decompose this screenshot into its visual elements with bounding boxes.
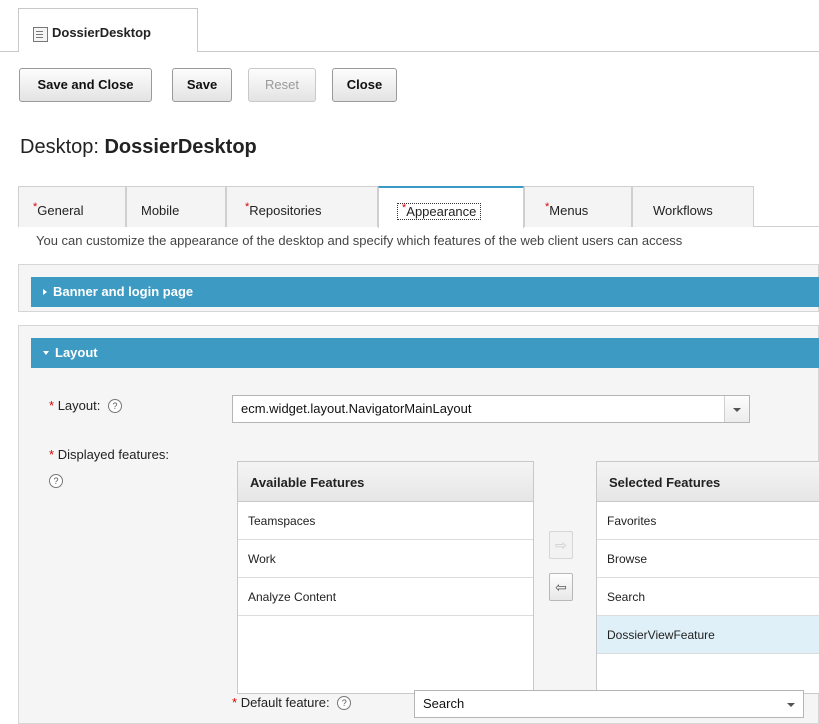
banner-section-title: Banner and login page — [53, 284, 194, 299]
expand-arrow-icon — [43, 289, 47, 295]
layout-section-title: Layout — [55, 345, 98, 360]
default-feature-label-text: Default feature: — [240, 695, 330, 710]
tab-label: Repositories — [249, 203, 322, 218]
layout-label-text: Layout: — [57, 398, 101, 413]
selected-features-list[interactable]: Selected Features Favorites Browse Searc… — [596, 461, 819, 694]
tab-menus[interactable]: *Menus — [524, 186, 632, 227]
page-title-desktop-name: DossierDesktop — [104, 136, 257, 158]
tab-appearance[interactable]: *Appearance — [378, 186, 524, 228]
list-item[interactable]: Work — [238, 540, 533, 578]
available-features-header: Available Features — [238, 462, 533, 502]
displayed-features-label: * Displayed features: — [49, 447, 169, 462]
help-icon[interactable]: ? — [107, 399, 122, 413]
banner-section-header[interactable]: Banner and login page — [31, 277, 819, 307]
chevron-down-icon[interactable] — [724, 396, 749, 422]
chevron-down-icon[interactable] — [779, 691, 803, 717]
layout-select[interactable]: ecm.widget.layout.NavigatorMainLayout — [232, 395, 750, 423]
selected-features-header: Selected Features — [597, 462, 819, 502]
move-left-button[interactable]: ⇦ — [549, 573, 573, 601]
tab-repositories[interactable]: *Repositories — [226, 186, 378, 227]
tab-workflows[interactable]: Workflows — [632, 186, 754, 227]
save-and-close-button[interactable]: Save and Close — [19, 68, 152, 102]
tab-general[interactable]: *General — [18, 186, 126, 227]
default-feature-select[interactable]: Search — [414, 690, 804, 718]
list-item[interactable]: Analyze Content — [238, 578, 533, 616]
required-marker: * — [49, 398, 55, 413]
arrow-left-icon: ⇦ — [555, 579, 567, 595]
list-item-selected[interactable]: DossierViewFeature — [597, 616, 819, 654]
list-item[interactable]: Favorites — [597, 502, 819, 540]
layout-label: * Layout: ? — [49, 398, 122, 413]
required-marker: * — [49, 447, 55, 462]
desktop-document-icon — [33, 27, 48, 42]
default-feature-label: * Default feature: ? — [232, 695, 352, 710]
tab-label: Appearance — [406, 204, 477, 219]
save-button[interactable]: Save — [172, 68, 232, 102]
displayed-features-label-text: Displayed features: — [57, 447, 169, 462]
layout-select-value: ecm.widget.layout.NavigatorMainLayout — [241, 401, 472, 416]
tab-label: General — [37, 203, 84, 218]
help-icon[interactable]: ? — [49, 474, 63, 488]
collapse-arrow-icon — [43, 351, 49, 355]
displayed-features-help: ? — [49, 473, 63, 488]
page-title: Desktop: DossierDesktop — [20, 136, 257, 159]
tab-label: Workflows — [653, 203, 713, 218]
tab-label: Mobile — [141, 203, 180, 218]
list-item[interactable]: Search — [597, 578, 819, 616]
move-right-button[interactable]: ⇨ — [549, 531, 573, 559]
page-title-prefix: Desktop: — [20, 136, 105, 158]
tab-mobile[interactable]: Mobile — [126, 186, 226, 227]
default-feature-value: Search — [423, 696, 465, 711]
banner-section-panel: Banner and login page — [18, 264, 819, 312]
list-item[interactable]: Browse — [597, 540, 819, 578]
help-icon[interactable]: ? — [337, 696, 352, 710]
appearance-description: You can customize the appearance of the … — [36, 233, 683, 248]
layout-section-header[interactable]: Layout — [31, 338, 819, 368]
list-item[interactable]: Teamspaces — [238, 502, 533, 540]
tab-label: Menus — [549, 203, 589, 218]
document-tab-label: DossierDesktop — [52, 25, 151, 40]
close-button[interactable]: Close — [332, 68, 397, 102]
document-tab-dossierdesktop[interactable]: DossierDesktop — [18, 8, 198, 52]
arrow-right-icon: ⇨ — [555, 537, 567, 553]
reset-button[interactable]: Reset — [248, 68, 316, 102]
document-tab-bar: DossierDesktop — [0, 0, 819, 52]
required-marker: * — [232, 695, 238, 710]
available-features-list[interactable]: Available Features Teamspaces Work Analy… — [237, 461, 534, 694]
tab-focus-outline: *Appearance — [397, 202, 482, 220]
